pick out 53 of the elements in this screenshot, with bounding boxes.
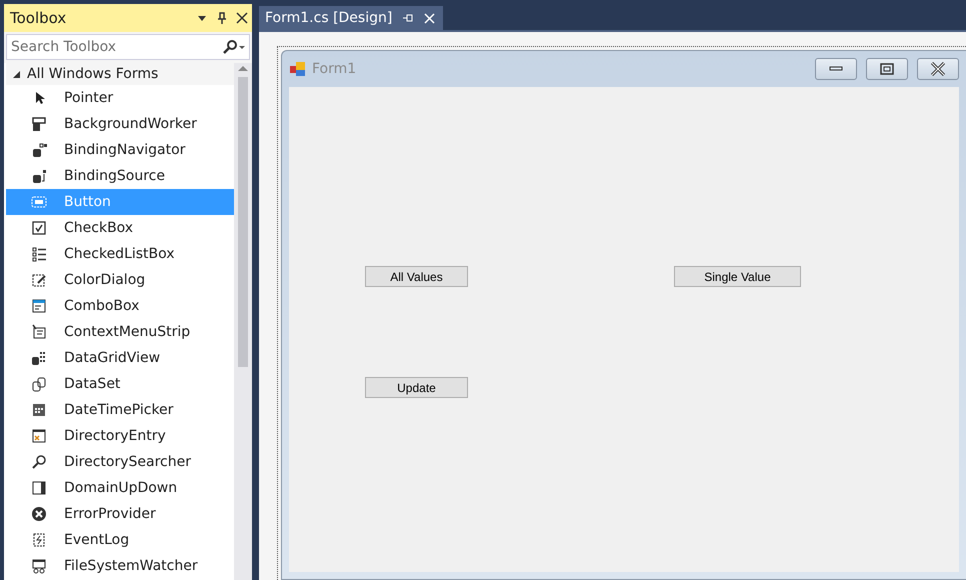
form-button[interactable]: All Values (365, 266, 468, 287)
toolbox-item[interactable]: ContextMenuStrip (6, 319, 234, 345)
toolbox-item[interactable]: ComboBox (6, 293, 234, 319)
search-icon (30, 453, 48, 471)
close-icon (930, 62, 946, 76)
calendar-icon (30, 401, 48, 419)
document-tab[interactable]: Form1.cs [Design] (259, 6, 444, 30)
minimize-icon (829, 66, 843, 72)
combobox-icon (30, 297, 48, 315)
maximize-button[interactable] (866, 58, 908, 80)
checkbox-icon (30, 219, 48, 237)
toolbox-item[interactable]: DataGridView (6, 345, 234, 371)
form-title: Form1 (312, 61, 358, 77)
toolbox-item[interactable]: FileSystemWatcher (6, 553, 234, 579)
toolbox-item[interactable]: DirectorySearcher (6, 449, 234, 475)
toolbox-item[interactable]: DomainUpDown (6, 475, 234, 501)
pin-icon[interactable] (402, 12, 414, 24)
expander-icon[interactable] (12, 70, 21, 78)
toolbox-item[interactable]: ColorDialog (6, 267, 234, 293)
toolbox-item[interactable]: CheckedListBox (6, 241, 234, 267)
folder-watch-icon (30, 557, 48, 575)
toolbox-item[interactable]: BindingSource (6, 163, 234, 189)
list-icon (30, 245, 48, 263)
toolbox-item[interactable]: BindingNavigator (6, 137, 234, 163)
close-icon[interactable] (236, 12, 248, 24)
close-button[interactable] (917, 58, 959, 80)
toolbox-item[interactable]: DirectoryEntry (6, 423, 234, 449)
toolbox-item[interactable]: DataSet (6, 371, 234, 397)
toolbox-item[interactable]: BackgroundWorker (6, 111, 234, 137)
dataset-icon (30, 375, 48, 393)
group-header[interactable]: All Windows Forms (6, 63, 234, 85)
toolbox-item[interactable]: ErrorProvider (6, 501, 234, 527)
scroll-up-icon[interactable] (237, 63, 249, 73)
worker-icon (30, 115, 48, 133)
maximize-icon (880, 63, 894, 75)
form-button[interactable]: Update (365, 377, 468, 398)
panel-title: Toolbox (10, 9, 68, 27)
toolbox-item[interactable]: CheckBox (6, 215, 234, 241)
form-icon (289, 60, 307, 78)
error-icon (30, 505, 48, 523)
toolbox-item[interactable]: Pointer (6, 85, 234, 111)
database-icon (30, 167, 48, 185)
window-icon (30, 427, 48, 445)
pin-icon[interactable] (216, 12, 228, 24)
minimize-button[interactable] (815, 58, 857, 80)
grid-icon (30, 349, 48, 367)
search-field[interactable]: Search Toolbox (6, 34, 250, 60)
spinner-icon (30, 479, 48, 497)
toolbox-item[interactable]: EventLog (6, 527, 234, 553)
menu-icon (30, 323, 48, 341)
form-button[interactable]: Single Value (674, 266, 801, 287)
database-icon (30, 141, 48, 159)
toolbox-item[interactable]: DateTimePicker (6, 397, 234, 423)
